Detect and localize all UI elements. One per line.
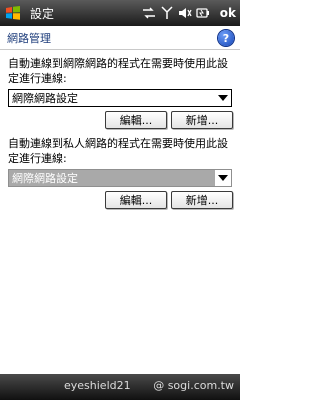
start-button[interactable] <box>0 0 26 26</box>
screen: 設定 ok 網路管理 ? 自動連線到網際網路的程式在需要時使用此設定進行連線: … <box>0 0 240 400</box>
private-network-select[interactable]: 網際網路設定 <box>8 169 232 187</box>
bottom-menu-bar: eyeshield21 @ sogi.com.tw <box>0 374 240 400</box>
chevron-down-icon[interactable] <box>215 170 231 186</box>
watermark-text: eyeshield21 <box>64 379 131 392</box>
private-network-label: 自動連線到私人網路的程式在需要時使用此設定進行連線: <box>8 137 228 165</box>
signal-icon[interactable] <box>160 6 174 20</box>
page-title: 網路管理 <box>7 32 51 45</box>
status-tray: ok <box>142 6 240 20</box>
volume-icon[interactable] <box>178 6 192 20</box>
edit-private-button[interactable]: 編輯... <box>105 191 167 209</box>
window-title: 設定 <box>30 6 55 21</box>
internet-connection-value: 網際網路設定 <box>12 92 78 105</box>
ok-button[interactable]: ok <box>220 6 236 20</box>
help-icon[interactable]: ? <box>218 30 234 46</box>
title-bar: 設定 ok <box>0 0 240 26</box>
windows-flag-icon <box>6 6 20 20</box>
sync-icon[interactable] <box>142 6 156 20</box>
watermark-site: @ sogi.com.tw <box>153 379 234 392</box>
new-internet-button[interactable]: 新增... <box>171 111 233 129</box>
chevron-down-icon[interactable] <box>215 90 231 106</box>
internet-connection-label: 自動連線到網際網路的程式在需要時使用此設定進行連線: <box>8 57 228 85</box>
edit-internet-button[interactable]: 編輯... <box>105 111 167 129</box>
battery-icon[interactable] <box>196 6 210 20</box>
page-header: 網路管理 ? <box>0 27 240 50</box>
new-private-button[interactable]: 新增... <box>171 191 233 209</box>
private-network-value: 網際網路設定 <box>9 170 215 186</box>
internet-connection-select[interactable]: 網際網路設定 <box>8 89 232 107</box>
